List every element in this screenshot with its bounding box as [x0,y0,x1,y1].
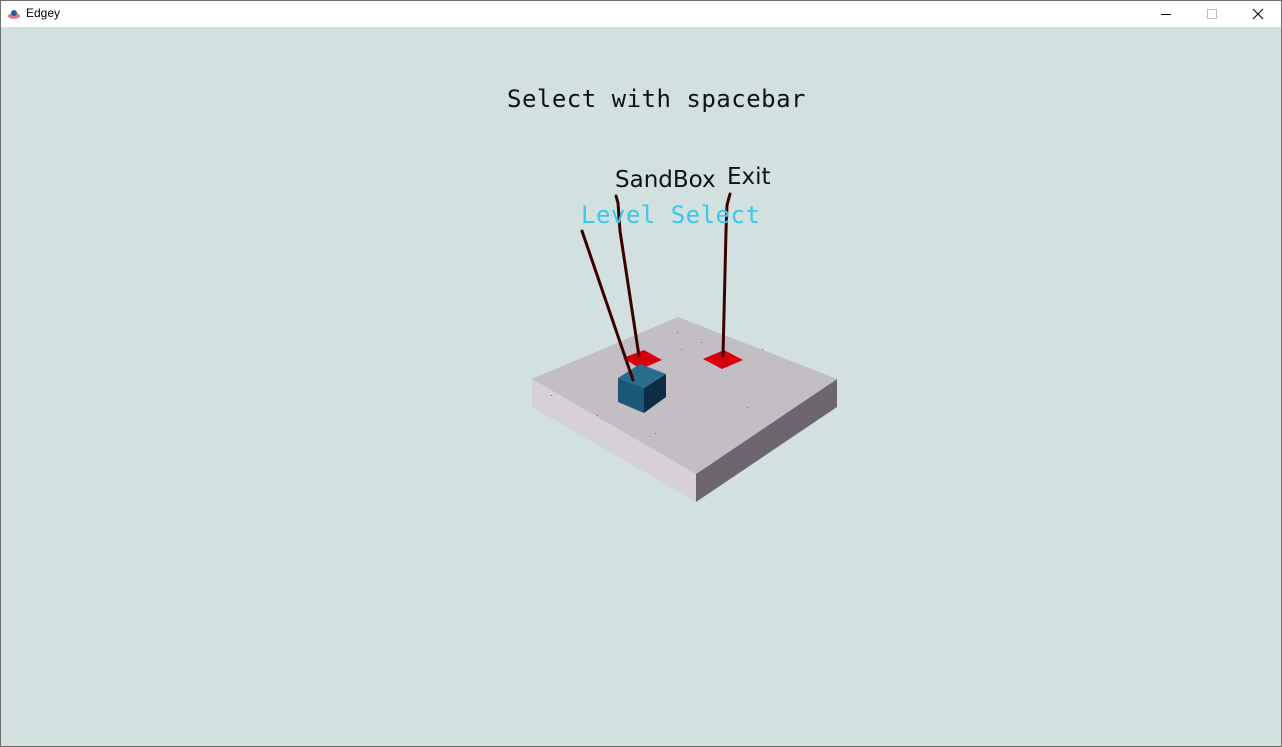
game-scene [532,192,837,502]
platform [532,317,837,502]
game-window: Edgey Select with spacebar SandBox Exit … [0,0,1282,747]
maximize-icon [1207,9,1217,19]
window-title: Edgey [26,6,61,20]
instruction-prompt: Select with spacebar [507,85,806,113]
title-bar[interactable]: Edgey [1,1,1281,27]
platform-top [532,317,837,474]
game-viewport[interactable]: Select with spacebar SandBox Exit Level … [1,27,1281,746]
close-icon [1252,8,1264,20]
menu-option-sandbox[interactable]: SandBox [615,167,716,193]
menu-option-exit[interactable]: Exit [727,164,771,190]
edgey-app-icon [8,10,20,19]
minimize-icon [1161,14,1171,15]
maximize-button[interactable] [1189,1,1235,27]
close-button[interactable] [1235,1,1281,27]
menu-option-level-select[interactable]: Level Select [581,201,760,229]
minimize-button[interactable] [1143,1,1189,27]
